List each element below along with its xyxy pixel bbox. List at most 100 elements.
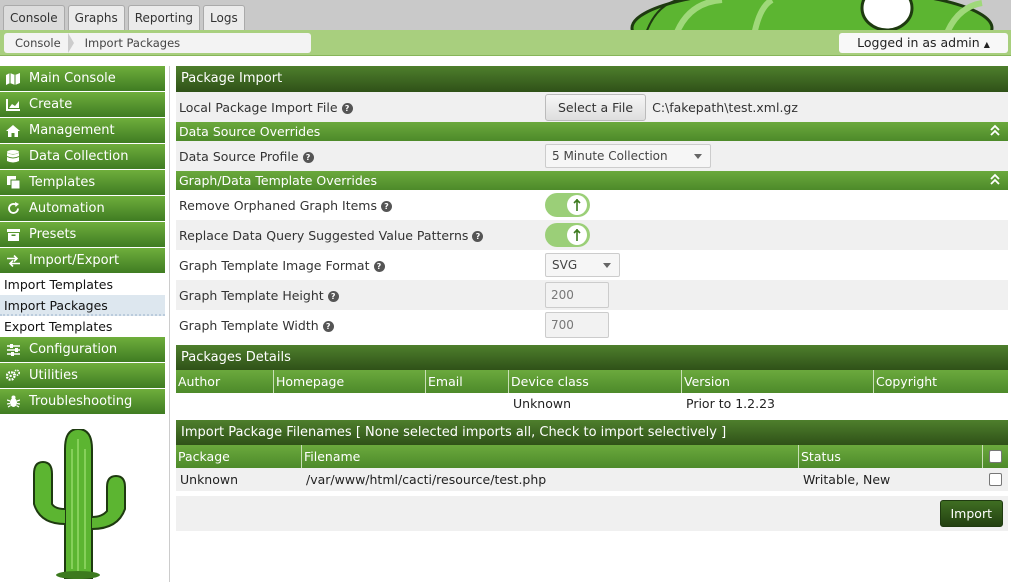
- tab-logs[interactable]: Logs: [203, 5, 245, 30]
- cactus-logo: [630, 0, 994, 30]
- table-cell: [874, 393, 1008, 415]
- top-bar: Console Graphs Reporting Logs: [0, 0, 1011, 30]
- help-icon[interactable]: ?: [327, 290, 339, 302]
- collapse-up-icon[interactable]: [990, 124, 1000, 136]
- sidebar-item-templates[interactable]: Templates: [0, 170, 165, 195]
- column-header[interactable]: Author: [176, 370, 274, 393]
- chevron-down-icon: [694, 154, 702, 159]
- copy-icon: [6, 176, 20, 190]
- field-label: Replace Data Query Suggested Value Patte…: [179, 228, 484, 243]
- remove-orphaned-toggle[interactable]: [545, 193, 590, 217]
- refresh-icon: [6, 202, 20, 216]
- sidebar-item-label: Presets: [29, 227, 77, 242]
- field-label: Remove Orphaned Graph Items?: [179, 198, 392, 213]
- template-height-input[interactable]: 200: [545, 282, 609, 308]
- main-content: Package Import Local Package Import File…: [176, 66, 1008, 531]
- archive-icon: [6, 228, 20, 242]
- field-label: Graph Template Height?: [179, 288, 339, 303]
- main-tabs: Console Graphs Reporting Logs: [3, 5, 245, 30]
- column-header[interactable]: Device class: [509, 370, 682, 393]
- help-icon[interactable]: ?: [373, 260, 385, 272]
- exchange-icon: [6, 254, 20, 268]
- home-icon: [6, 124, 20, 138]
- column-header[interactable]: Copyright: [874, 370, 1008, 393]
- column-header[interactable]: Version: [682, 370, 874, 393]
- tab-reporting[interactable]: Reporting: [127, 5, 201, 30]
- row-template-height: Graph Template Height? 200: [176, 280, 1008, 310]
- cactus-mascot-logo: [33, 429, 126, 579]
- row-local-package-file: Local Package Import File? Select a File…: [176, 92, 1008, 122]
- column-header[interactable]: Filename: [302, 445, 799, 468]
- tab-console[interactable]: Console: [3, 5, 65, 30]
- sidebar-item-label: Import/Export: [29, 253, 120, 268]
- field-label: Data Source Profile?: [179, 149, 314, 164]
- breadcrumb: Console Import Packages: [4, 33, 311, 53]
- sidebar-item-presets[interactable]: Presets: [0, 222, 165, 247]
- cogs-icon: [6, 369, 20, 383]
- sidebar-item-label: Main Console: [29, 71, 116, 86]
- table-cell: [274, 393, 426, 415]
- row-data-source-profile: Data Source Profile? 5 Minute Collection: [176, 141, 1008, 171]
- help-icon[interactable]: ?: [302, 151, 314, 163]
- toggle-knob: [567, 225, 587, 245]
- database-icon: [6, 150, 20, 164]
- help-icon[interactable]: ?: [322, 320, 334, 332]
- data-source-profile-select[interactable]: 5 Minute Collection: [545, 144, 711, 168]
- section-data-source-overrides: Data Source Overrides: [176, 122, 1008, 141]
- sidebar-item-utilities[interactable]: Utilities: [0, 363, 165, 388]
- template-width-input[interactable]: 700: [545, 312, 609, 338]
- user-label: Logged in as admin: [857, 35, 980, 50]
- sidebar-item-label: Management: [29, 123, 115, 138]
- toggle-knob: [567, 195, 587, 215]
- user-menu[interactable]: Logged in as admin ▲: [839, 33, 1008, 53]
- help-icon[interactable]: ?: [381, 200, 392, 212]
- sidebar-item-troubleshooting[interactable]: Troubleshooting: [0, 389, 165, 414]
- action-bar: Import: [176, 496, 1008, 531]
- section-graph-template-overrides: Graph/Data Template Overrides: [176, 171, 1008, 190]
- table-cell: [426, 393, 509, 415]
- table-cell: /var/www/html/cacti/resource/test.php: [306, 472, 547, 487]
- column-header[interactable]: Homepage: [274, 370, 426, 393]
- table-cell: Prior to 1.2.23: [686, 396, 775, 411]
- sidebar-sub-import-templates[interactable]: Import Templates: [0, 274, 165, 295]
- table-cell: Unknown: [513, 396, 572, 411]
- image-format-select[interactable]: SVG: [545, 253, 620, 277]
- sidebar-item-create[interactable]: Create: [0, 92, 165, 117]
- import-button[interactable]: Import: [939, 500, 1003, 527]
- sidebar-item-label: Create: [29, 97, 73, 112]
- sidebar-item-management[interactable]: Management: [0, 118, 165, 143]
- sliders-icon: [6, 343, 20, 357]
- package-import-header: Package Import: [176, 66, 1008, 92]
- breadcrumb-console[interactable]: Console: [4, 33, 74, 53]
- bug-icon: [6, 395, 20, 409]
- selected-file-name: C:\fakepath\test.xml.gz: [652, 99, 798, 115]
- sidebar-item-import-export[interactable]: Import/Export: [0, 248, 165, 273]
- collapse-up-icon[interactable]: [990, 173, 1000, 185]
- sidebar-item-data-collection[interactable]: Data Collection: [0, 144, 165, 169]
- sidebar-item-main-console[interactable]: Main Console: [0, 66, 165, 91]
- replace-dq-toggle[interactable]: [545, 223, 590, 247]
- sidebar-sub-export-templates[interactable]: Export Templates: [0, 316, 165, 337]
- row-template-width: Graph Template Width? 700: [176, 310, 1008, 340]
- sidebar-sub-import-packages[interactable]: Import Packages: [0, 295, 165, 316]
- chevron-down-icon: [603, 263, 611, 268]
- sidebar-item-automation[interactable]: Automation: [0, 196, 165, 221]
- sidebar-item-label: Templates: [29, 175, 96, 190]
- select-file-button[interactable]: Select a File: [545, 93, 647, 121]
- sidebar-item-configuration[interactable]: Configuration: [0, 337, 165, 362]
- tab-graphs[interactable]: Graphs: [67, 5, 125, 30]
- column-header[interactable]: Email: [426, 370, 509, 393]
- sidebar-item-label: Automation: [29, 201, 105, 216]
- row-checkbox[interactable]: [989, 473, 1002, 486]
- column-header[interactable]: Status: [799, 445, 983, 468]
- filenames-column-headers: Package Filename Status: [176, 445, 1008, 468]
- table-cell: [176, 393, 274, 415]
- select-all-checkbox[interactable]: [989, 450, 1002, 463]
- column-header[interactable]: Package: [176, 445, 302, 468]
- chart-area-icon: [6, 98, 20, 112]
- help-icon[interactable]: ?: [341, 102, 353, 114]
- help-icon[interactable]: ?: [472, 230, 484, 242]
- sidebar-item-label: Utilities: [29, 368, 78, 383]
- sidebar: Main Console Create Management Data Coll…: [0, 66, 170, 582]
- import-filenames-header: Import Package Filenames [ None selected…: [176, 420, 1008, 445]
